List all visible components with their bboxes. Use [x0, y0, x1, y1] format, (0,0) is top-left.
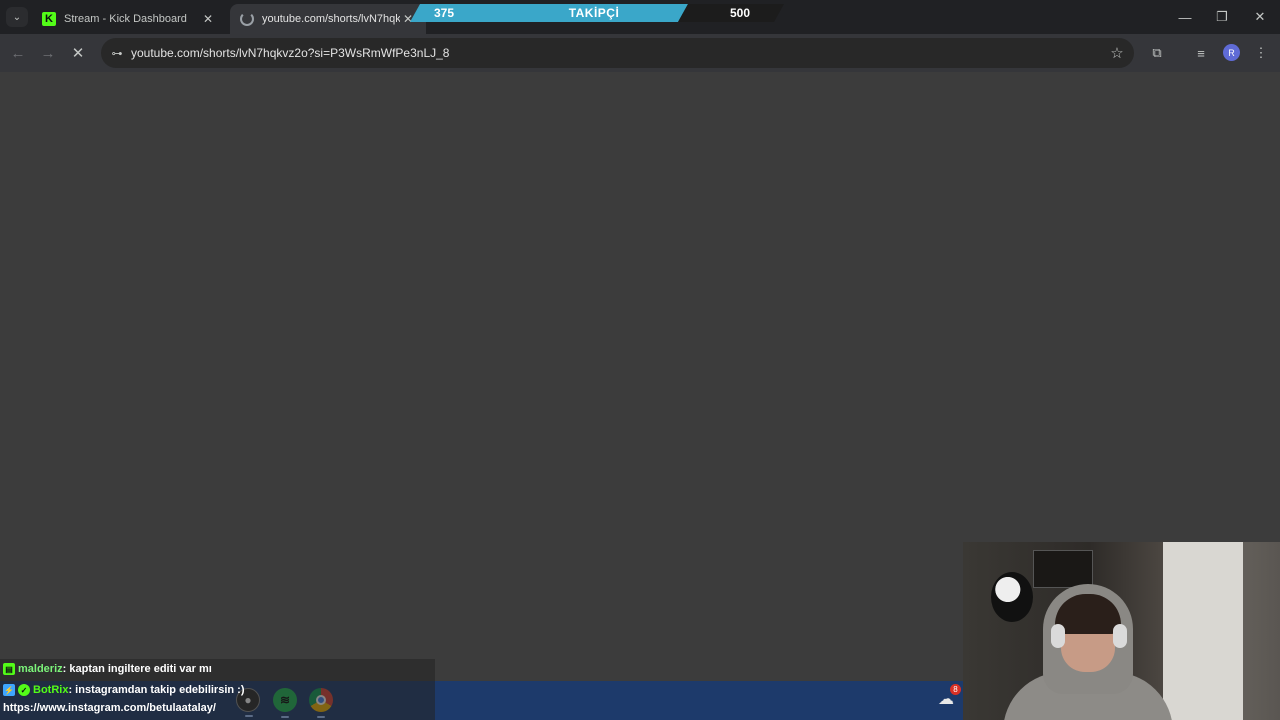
extensions-button[interactable]: ⧉	[1147, 43, 1167, 63]
tab-youtube-shorts[interactable]: youtube.com/shorts/lvN7hqkvz ✕	[230, 4, 426, 34]
cloud-moon-icon[interactable]: ☁ 8	[934, 684, 961, 711]
browser-toolbar: ← → ✕ ⊶ youtube.com/shorts/lvN7hqkvz2o?s…	[0, 34, 1280, 72]
bot-badge-icon: ⚡	[3, 684, 15, 696]
loading-spinner-icon	[240, 12, 254, 26]
profile-avatar[interactable]: R	[1223, 44, 1240, 61]
chat-message: ▤ malderiz : kaptan ingiltere editi var …	[3, 663, 212, 675]
back-button[interactable]: ←	[7, 42, 29, 64]
webcam-door	[1163, 542, 1243, 720]
tab-search-button[interactable]: ⌄	[6, 7, 28, 27]
minimize-button[interactable]: —	[1170, 6, 1200, 28]
address-url[interactable]: youtube.com/shorts/lvN7hqkvz2o?si=P3WsRm…	[131, 46, 449, 60]
follower-goal-overlay: 375 TAKİPÇİ 500	[410, 4, 784, 22]
verified-badge-icon: ✓	[18, 684, 30, 696]
weather-badge: 8	[950, 684, 961, 695]
tab-title: Stream - Kick Dashboard	[64, 13, 187, 25]
puzzle-icon: ⧉	[1152, 45, 1162, 60]
chat-message: ⚡ ✓ BotRix : instagramdan takip edebilir…	[3, 684, 245, 696]
tab-close-button[interactable]: ✕	[200, 12, 216, 26]
more-vertical-icon: ⋮	[1254, 45, 1268, 60]
webcam-feed	[963, 542, 1280, 720]
media-control-button[interactable]: ≡	[1191, 43, 1211, 63]
webcam-shelf	[1033, 550, 1093, 588]
maximize-button[interactable]: ❐	[1207, 6, 1237, 28]
subscriber-badge-icon: ▤	[3, 663, 15, 675]
restore-icon: ❐	[1216, 9, 1228, 24]
chat-message: https://www.instagram.com/betulaatalay/	[3, 702, 216, 714]
media-queue-icon: ≡	[1197, 45, 1205, 61]
tab-title: youtube.com/shorts/lvN7hqkvz	[262, 13, 400, 25]
chat-text: : kaptan ingiltere editi var mı	[62, 663, 212, 675]
close-icon: ✕	[1254, 9, 1266, 24]
chat-text: https://www.instagram.com/betulaatalay/	[3, 702, 216, 714]
tab-kick-dashboard[interactable]: K Stream - Kick Dashboard ✕	[32, 4, 226, 34]
chat-text: : instagramdan takip edebilirsin :)	[68, 684, 245, 696]
browser-menu-button[interactable]: ⋮	[1251, 43, 1271, 63]
streamer-figure	[1003, 584, 1173, 720]
headphone-left	[1051, 624, 1065, 648]
follower-label: TAKİPÇİ	[568, 6, 620, 20]
follower-goal-target: 500	[730, 6, 751, 20]
chat-overlay: ▤ malderiz : kaptan ingiltere editi var …	[0, 659, 435, 720]
bookmark-star-icon[interactable]: ☆	[1108, 44, 1126, 62]
chat-username: malderiz	[18, 663, 63, 675]
site-info-icon[interactable]: ⊶	[109, 45, 125, 61]
headphone-right	[1113, 624, 1127, 648]
close-window-button[interactable]: ✕	[1245, 6, 1275, 28]
chevron-down-icon: ⌄	[12, 11, 22, 23]
address-bar[interactable]: ⊶ youtube.com/shorts/lvN7hqkvz2o?si=P3Ws…	[101, 38, 1134, 68]
arrow-left-icon: ←	[10, 44, 26, 62]
forward-button[interactable]: →	[37, 42, 59, 64]
minimize-icon: —	[1178, 9, 1192, 25]
chat-username: BotRix	[33, 684, 69, 696]
stop-icon: ✕	[71, 45, 85, 62]
kick-icon: K	[42, 12, 56, 26]
arrow-right-icon: →	[40, 44, 56, 62]
stop-loading-button[interactable]: ✕	[67, 42, 89, 64]
